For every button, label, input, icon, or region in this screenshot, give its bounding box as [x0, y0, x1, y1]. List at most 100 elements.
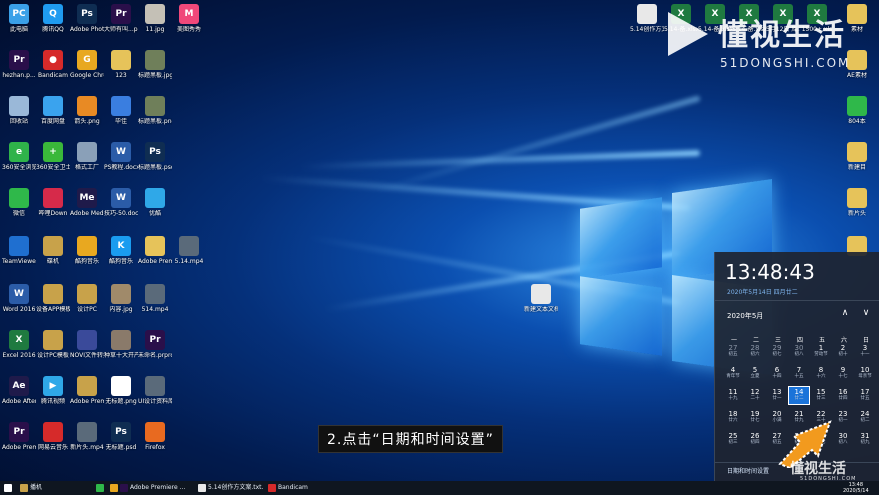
- desktop-icon[interactable]: 箭头.png: [70, 96, 104, 125]
- calendar-day[interactable]: 16 廿四: [833, 387, 853, 404]
- taskbar-button[interactable]: Bandicam: [268, 481, 328, 495]
- desktop-icon[interactable]: Pr hezhan.p...: [2, 50, 36, 79]
- calendar-day-today[interactable]: 14 廿二: [788, 386, 810, 405]
- desktop-icon[interactable]: W Word 2016: [2, 284, 36, 313]
- desktop-icon[interactable]: Firefox: [138, 422, 172, 451]
- desktop-icon[interactable]: Pr 大师有叫...prproj: [104, 4, 138, 33]
- desktop-icon[interactable]: 11.jpg: [138, 4, 172, 33]
- desktop-icon[interactable]: 5.14创作方文案.txt: [630, 4, 664, 33]
- desktop-icon[interactable]: 设备APP模板: [36, 284, 70, 313]
- desktop-icon[interactable]: e 360安全浏览器: [2, 142, 36, 171]
- taskbar-button[interactable]: [4, 481, 16, 495]
- desktop-icon[interactable]: NOVI文件转换.exe: [70, 330, 104, 359]
- desktop-icon[interactable]: W 技巧-50.docx: [104, 188, 138, 217]
- desktop-icon[interactable]: 回收站: [2, 96, 36, 125]
- taskbar-button[interactable]: Adobe Premiere ...: [120, 481, 194, 495]
- desktop-icon[interactable]: 5.14.mp4: [172, 236, 206, 265]
- calendar-day[interactable]: 13 廿一: [767, 387, 787, 404]
- calendar-day[interactable]: 24 初二: [855, 409, 875, 426]
- desktop-icon[interactable]: Ps Adobe Photosh...: [70, 4, 104, 33]
- app-icon: [120, 483, 128, 492]
- tray-clock[interactable]: 13:48 2020/5/14: [843, 482, 869, 494]
- desktop-icon[interactable]: Ps 无标题.psd: [104, 422, 138, 451]
- next-month-button[interactable]: ∨: [860, 308, 872, 318]
- desktop-icon[interactable]: 毕佳: [104, 96, 138, 125]
- desktop-icon[interactable]: Adobe Premiere...: [138, 236, 172, 265]
- desktop-icon[interactable]: PC 此电脑: [2, 4, 36, 33]
- desktop-icon[interactable]: TeamViewer: [2, 236, 36, 265]
- calendar-day[interactable]: 12 二十: [745, 387, 765, 404]
- calendar-day[interactable]: 1 劳动节: [811, 343, 831, 360]
- desktop-icon[interactable]: 新建文本文档.txt: [524, 284, 558, 313]
- calendar-day[interactable]: 18 廿六: [723, 409, 743, 426]
- calendar-day[interactable]: 11 十九: [723, 387, 743, 404]
- desktop-icon[interactable]: 标题黑板.png: [138, 96, 172, 125]
- desktop-icon[interactable]: 微信: [2, 188, 36, 217]
- desktop-icon[interactable]: 内容.jpg: [104, 284, 138, 313]
- desktop-icon[interactable]: 种草十大开产.mp4: [104, 330, 138, 359]
- desktop-icon[interactable]: 设计PC: [70, 284, 104, 313]
- calendar-day[interactable]: 3 十一: [855, 343, 875, 360]
- desktop-icon[interactable]: Ps 标题黑板.psd: [138, 142, 172, 171]
- desktop-icon[interactable]: 碟机: [36, 236, 70, 265]
- lunar-date: 廿二: [794, 396, 804, 401]
- desktop-icon[interactable]: 哔哩Down: [36, 188, 70, 217]
- desktop-icon[interactable]: G Google Chrome: [70, 50, 104, 79]
- clock-date-link[interactable]: 2020年5月14日 四月廿二: [727, 287, 798, 296]
- desktop-icon[interactable]: Adobe Premier...: [70, 376, 104, 405]
- desktop-icon[interactable]: 设计PC模板: [36, 330, 70, 359]
- desktop-icon[interactable]: 无标题.png: [104, 376, 138, 405]
- calendar-day[interactable]: 8 十六: [811, 365, 831, 382]
- calendar-day[interactable]: 27 初五: [723, 343, 743, 360]
- desktop-icon[interactable]: Me Adobe Media...: [70, 188, 104, 217]
- desktop-icon[interactable]: 新片头.mp4: [70, 422, 104, 451]
- desktop-icon[interactable]: 新片头: [840, 188, 874, 217]
- calendar-day[interactable]: 25 初三: [723, 431, 743, 448]
- desktop-icon[interactable]: 优酷: [138, 188, 172, 217]
- calendar-day[interactable]: 30 初八: [789, 343, 809, 360]
- desktop-icon[interactable]: 网易云音乐: [36, 422, 70, 451]
- desktop-icon[interactable]: 百度网盘: [36, 96, 70, 125]
- taskbar-button[interactable]: [110, 481, 120, 495]
- calendar-day[interactable]: 29初七: [767, 343, 787, 360]
- desktop-icon[interactable]: 新建目: [840, 142, 874, 171]
- desktop-icon[interactable]: 格式工厂: [70, 142, 104, 171]
- calendar-day[interactable]: 19 廿七: [745, 409, 765, 426]
- calendar-day[interactable]: 10 母亲节: [855, 365, 875, 382]
- calendar-day[interactable]: 4 青年节: [723, 365, 743, 382]
- taskbar-button[interactable]: 播机: [20, 481, 90, 495]
- calendar-day[interactable]: 2 初十: [833, 343, 853, 360]
- calendar-day[interactable]: 9 十七: [833, 365, 853, 382]
- desktop-icon[interactable]: M 美图秀秀: [172, 4, 206, 33]
- desktop-icon[interactable]: 514.mp4: [138, 284, 172, 313]
- date-time-settings-link[interactable]: 日期和时间设置: [727, 466, 769, 475]
- calendar-day[interactable]: 31 初九: [855, 431, 875, 448]
- desktop-icon[interactable]: X Excel 2016: [2, 330, 36, 359]
- lunar-date: 初四: [750, 440, 760, 445]
- desktop-icon[interactable]: K 酷狗音乐: [104, 236, 138, 265]
- desktop-icon[interactable]: Pr 未命名.prproj: [138, 330, 172, 359]
- desktop-icon[interactable]: W PS教程.docx: [104, 142, 138, 171]
- desktop-icon[interactable]: Ae Adobe After Effects 2020: [2, 376, 36, 405]
- calendar-month-label[interactable]: 2020年5月: [727, 311, 763, 321]
- desktop-icon[interactable]: 标题黑板.jpg: [138, 50, 172, 79]
- calendar-day[interactable]: 7 十五: [789, 365, 809, 382]
- taskbar-button[interactable]: 5.14创作方文案.txt...: [198, 481, 264, 495]
- calendar-day[interactable]: 17 廿五: [855, 387, 875, 404]
- desktop-icon[interactable]: Pr Adobe Premie...: [2, 422, 36, 451]
- calendar-day[interactable]: 28初六: [745, 343, 765, 360]
- calendar-day[interactable]: 15 廿三: [811, 387, 831, 404]
- desktop-icon[interactable]: 804本: [840, 96, 874, 125]
- desktop-icon[interactable]: UI设计资料库...: [138, 376, 172, 405]
- desktop-icon[interactable]: ▶ 腾讯视频: [36, 376, 70, 405]
- calendar-day[interactable]: 26 初四: [745, 431, 765, 448]
- taskbar-button[interactable]: [96, 481, 108, 495]
- prev-month-button[interactable]: ∧: [839, 308, 851, 318]
- desktop-icon[interactable]: Q 腾讯QQ: [36, 4, 70, 33]
- calendar-day[interactable]: 6 十四: [767, 365, 787, 382]
- desktop-icon[interactable]: ● Bandicam: [36, 50, 70, 79]
- desktop-icon[interactable]: +360安全卫士: [36, 142, 70, 171]
- desktop-icon[interactable]: 123: [104, 50, 138, 79]
- calendar-day[interactable]: 5 立夏: [745, 365, 765, 382]
- desktop-icon[interactable]: 酷狗音乐: [70, 236, 104, 265]
